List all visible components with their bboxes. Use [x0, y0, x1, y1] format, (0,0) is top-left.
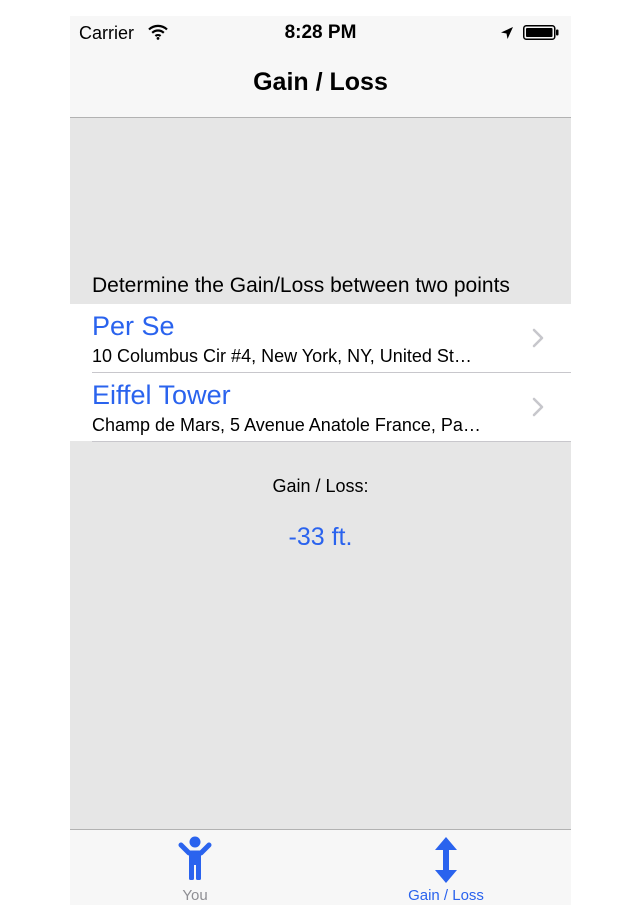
tab-label: You [182, 887, 208, 904]
instruction-text: Determine the Gain/Loss between two poin… [92, 274, 510, 297]
point-address: 10 Columbus Cir #4, New York, NY, United… [92, 346, 472, 366]
chevron-right-icon [532, 328, 544, 348]
navigation-bar: Carrier 8:28 PM Gain / Loss [70, 16, 571, 118]
status-time: 8:28 PM [284, 22, 357, 43]
app-screen: Carrier 8:28 PM Gain / Loss Determine th… [70, 16, 571, 905]
tab-gain-loss[interactable]: Gain / Loss [321, 830, 571, 905]
location-arrow-icon [501, 27, 513, 39]
chevron-right-icon [532, 397, 544, 417]
page-title: Gain / Loss [253, 68, 388, 96]
tab-you[interactable]: You [70, 830, 320, 905]
row-divider [92, 441, 571, 442]
result-label: Gain / Loss: [272, 476, 369, 496]
tab-bar: You Gain / Loss [70, 829, 571, 905]
point-row-end[interactable]: Eiffel Tower Champ de Mars, 5 Avenue Ana… [70, 373, 571, 441]
tab-label: Gain / Loss [408, 887, 484, 904]
point-row-start[interactable]: Per Se 10 Columbus Cir #4, New York, NY,… [70, 304, 571, 372]
point-name: Eiffel Tower [92, 380, 231, 410]
result-value: -33 ft. [288, 523, 353, 551]
point-address: Champ de Mars, 5 Avenue Anatole France, … [92, 415, 481, 435]
point-name: Per Se [92, 311, 175, 341]
vertical-arrows-icon [435, 837, 457, 883]
battery-icon [523, 25, 559, 40]
person-icon [178, 836, 212, 880]
status-bar: Carrier 8:28 PM [70, 16, 571, 50]
points-table: Per Se 10 Columbus Cir #4, New York, NY,… [70, 304, 571, 442]
